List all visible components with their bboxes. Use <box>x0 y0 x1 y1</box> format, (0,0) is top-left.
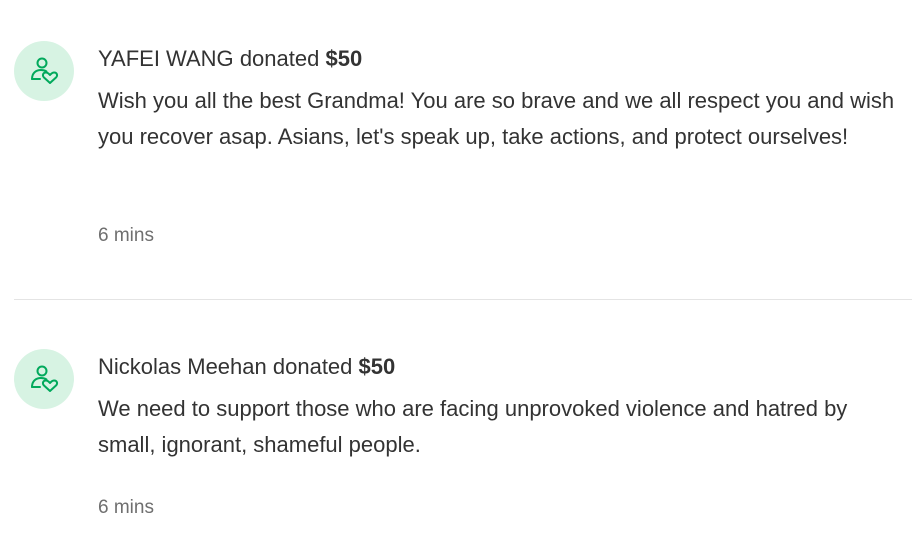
donor-heart-icon <box>31 365 59 392</box>
donor-avatar <box>14 41 74 101</box>
donation-time: 6 mins <box>98 497 154 518</box>
donor-name: Nickolas Meehan <box>98 354 267 379</box>
donation-divider <box>14 299 912 300</box>
donation-time: 6 mins <box>98 225 154 246</box>
donor-heart-icon <box>31 57 59 84</box>
donation-amount: $50 <box>325 46 363 71</box>
donation-verb: donated <box>272 354 353 379</box>
donor-avatar <box>14 349 74 409</box>
donation-message: Wish you all the best Grandma! You are s… <box>98 88 895 149</box>
donation-verb: donated <box>239 46 320 71</box>
donation-header: YAFEI WANG donated $50 <box>98 41 910 77</box>
donor-name: YAFEI WANG <box>98 46 234 71</box>
donation-content: YAFEI WANG donated $50 Wish you all the … <box>98 41 910 246</box>
donations-feed: YAFEI WANG donated $50 Wish you all the … <box>0 0 922 559</box>
donation-message: We need to support those who are facing … <box>98 396 848 457</box>
donation-amount: $50 <box>358 354 396 379</box>
donation-content: Nickolas Meehan donated $50 We need to s… <box>98 349 910 518</box>
donation-header: Nickolas Meehan donated $50 <box>98 349 910 385</box>
